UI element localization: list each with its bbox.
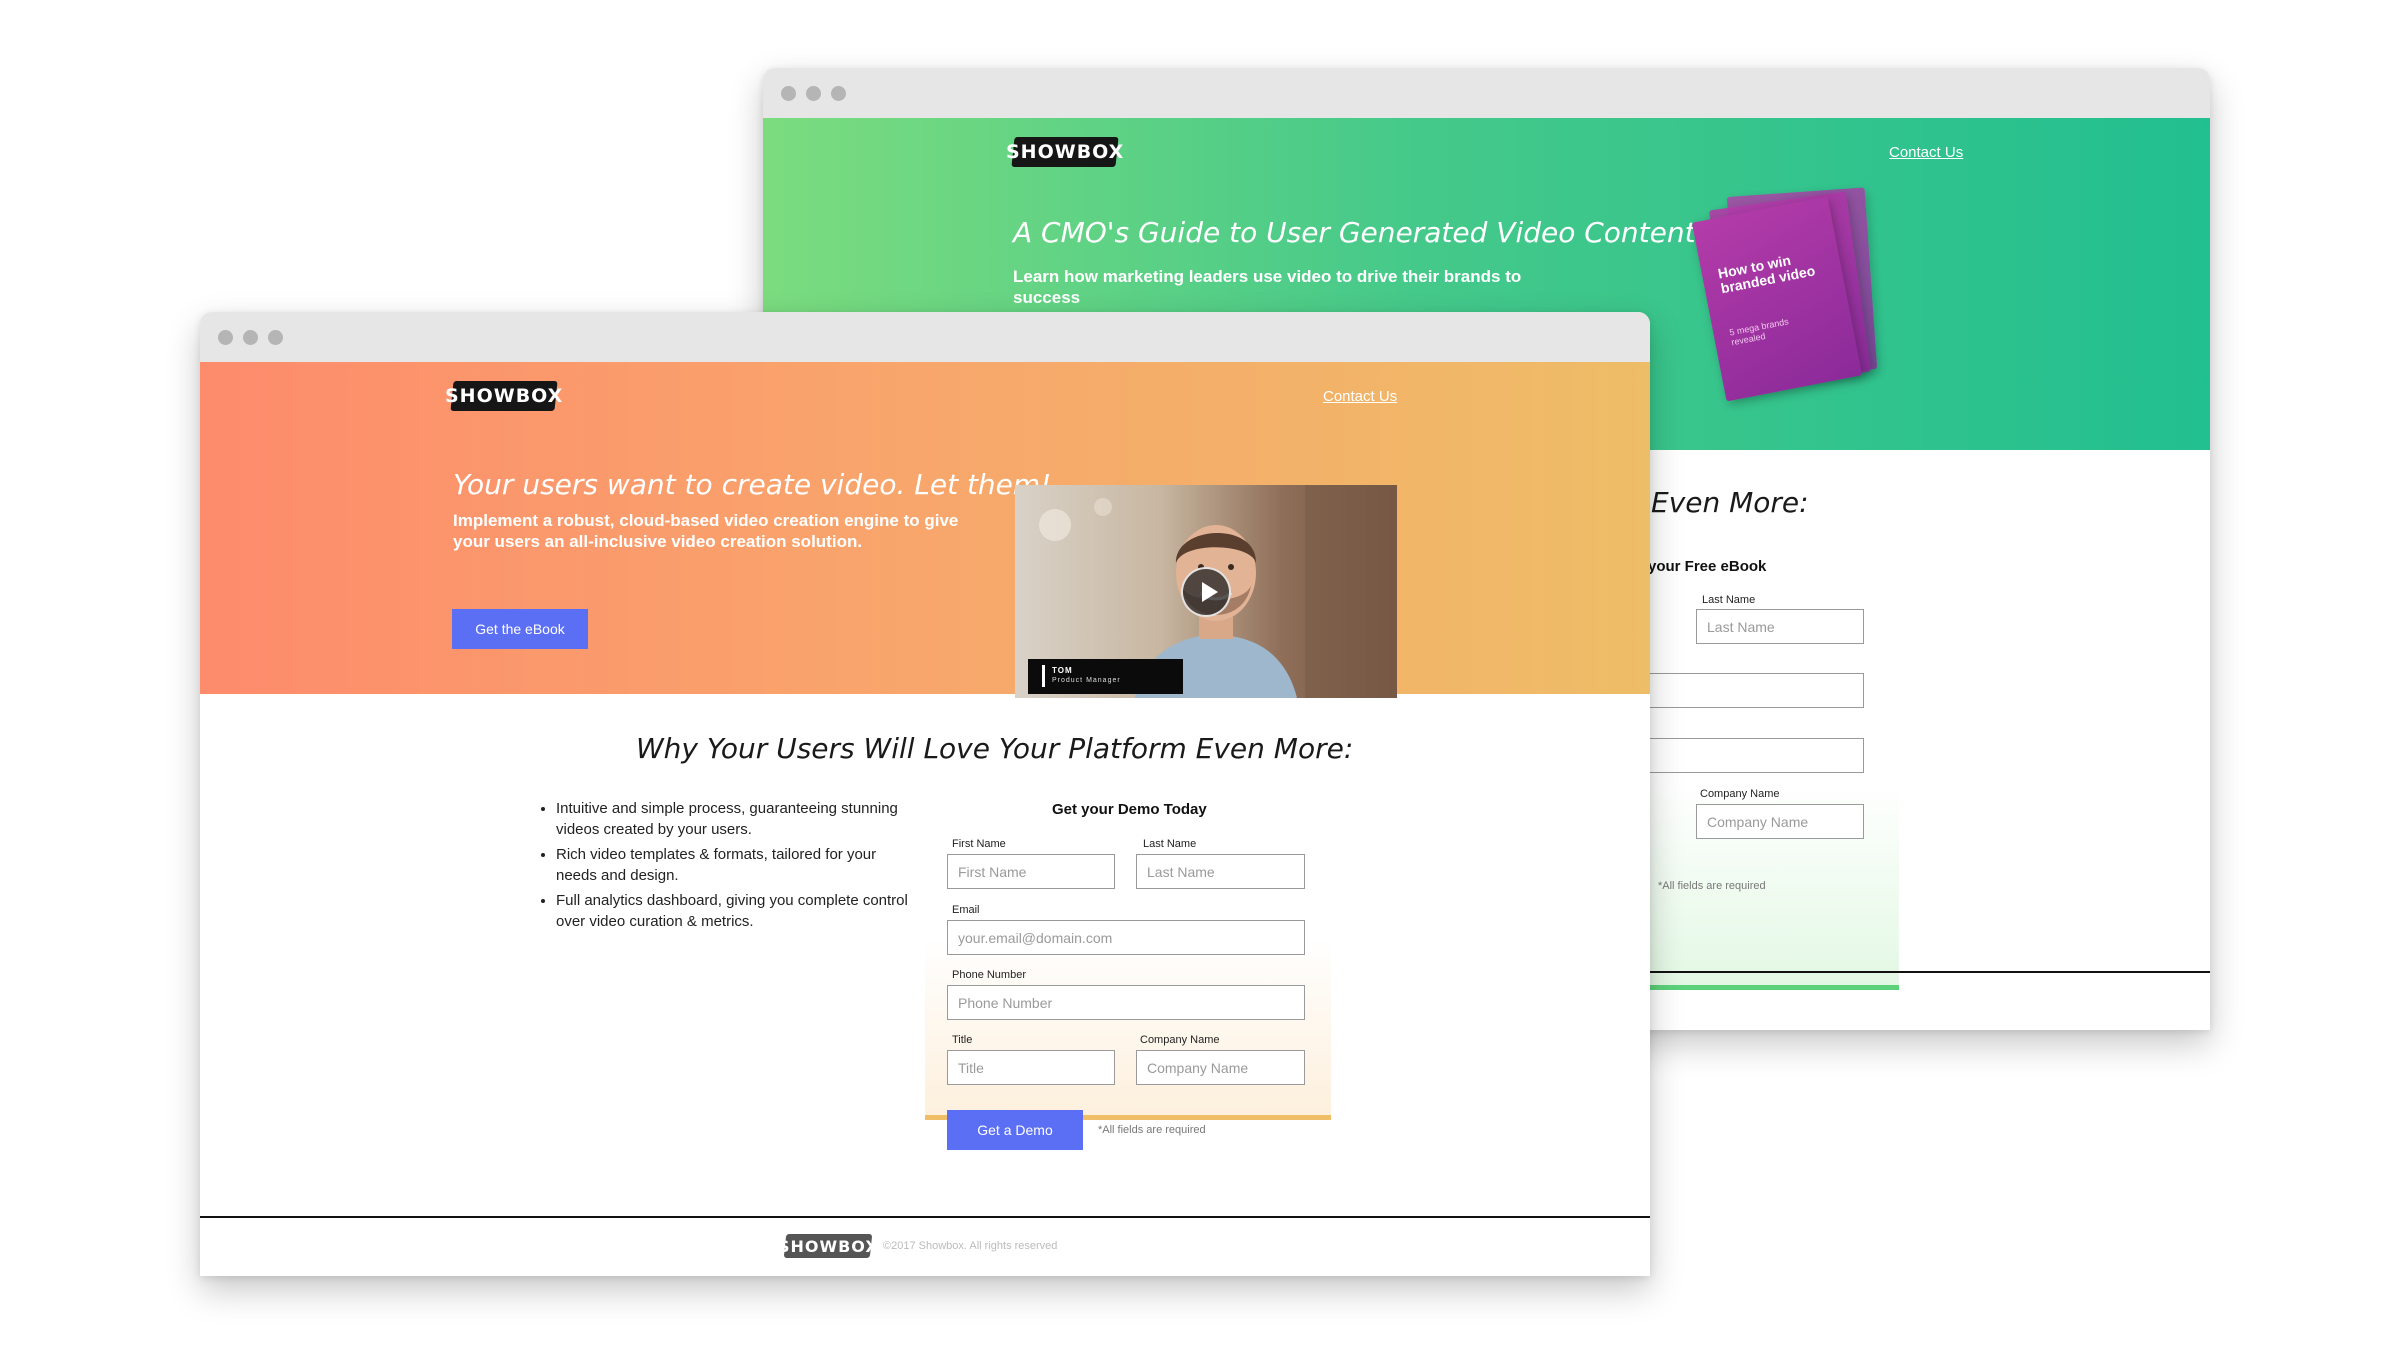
- showbox-logo[interactable]: SHOWBOX: [1006, 137, 1124, 167]
- hero-subtitle: Learn how marketing leaders use video to…: [1013, 267, 1522, 307]
- window-close-dot[interactable]: [218, 329, 233, 345]
- ebook-subtitle: 5 mega brands revealed: [1728, 316, 1790, 348]
- section-title: Why Your Users Will Love Your Platform E…: [636, 732, 1354, 765]
- back-company-name-field[interactable]: [1696, 804, 1864, 839]
- footer-showbox-logo[interactable]: SHOWBOX: [778, 1234, 878, 1258]
- first-name-field[interactable]: [947, 854, 1115, 889]
- company-name-label: Company Name: [1140, 1034, 1220, 1046]
- back-required-note: *All fields are required: [1658, 880, 1766, 892]
- last-name-label: Last Name: [1143, 838, 1197, 850]
- front-browser-window: SHOWBOX Contact Us Your users want to cr…: [200, 312, 1650, 1276]
- email-field[interactable]: [947, 920, 1305, 955]
- back-window-titlebar: [763, 68, 2210, 118]
- lower-third-bar: [1042, 665, 1045, 687]
- last-name-field[interactable]: [1136, 854, 1305, 889]
- benefits-list: Intuitive and simple process, guaranteei…: [538, 798, 918, 936]
- contact-us-link[interactable]: Contact Us: [1889, 144, 1963, 161]
- email-label: Email: [952, 904, 980, 916]
- footer-copyright: ©2017 Showbox. All rights reserved: [883, 1240, 1058, 1252]
- ebook-title: How to win branded video: [1716, 251, 1817, 297]
- video-person-role: Product Manager: [1052, 677, 1121, 684]
- get-ebook-button[interactable]: Get the eBook: [452, 609, 588, 649]
- video-lower-third: TOM Product Manager: [1028, 659, 1183, 694]
- first-name-label: First Name: [952, 838, 1006, 850]
- benefit-item: Full analytics dashboard, giving you com…: [556, 890, 918, 932]
- company-name-field[interactable]: [1136, 1050, 1305, 1085]
- front-hero-banner: SHOWBOX Contact Us Your users want to cr…: [200, 362, 1650, 698]
- benefit-item: Intuitive and simple process, guaranteei…: [556, 798, 918, 840]
- back-section-title: Even More:: [1651, 486, 1809, 519]
- back-last-name-field[interactable]: [1696, 609, 1864, 644]
- hero-title: A CMO's Guide to User Generated Video Co…: [1013, 216, 1696, 249]
- play-icon[interactable]: [1181, 567, 1231, 617]
- contact-us-link[interactable]: Contact Us: [1323, 388, 1397, 405]
- front-window-titlebar: [200, 312, 1650, 362]
- showbox-logo[interactable]: SHOWBOX: [445, 381, 563, 411]
- get-demo-button[interactable]: Get a Demo: [947, 1110, 1083, 1150]
- video-person-name: TOM: [1052, 666, 1073, 675]
- form-title: Get your Demo Today: [1052, 801, 1207, 818]
- window-minimize-dot[interactable]: [806, 85, 821, 101]
- back-company-name-label: Company Name: [1700, 788, 1780, 800]
- back-form-title: your Free eBook: [1648, 558, 1767, 575]
- stage: SHOWBOX Contact Us A CMO's Guide to User…: [0, 0, 2400, 1350]
- title-label: Title: [952, 1034, 973, 1046]
- phone-field[interactable]: [947, 985, 1305, 1020]
- title-field[interactable]: [947, 1050, 1115, 1085]
- required-note: *All fields are required: [1098, 1124, 1206, 1136]
- footer-divider: [200, 1216, 1650, 1218]
- hero-subtitle: Implement a robust, cloud-based video cr…: [453, 511, 959, 551]
- back-last-name-label: Last Name: [1702, 594, 1756, 606]
- phone-label: Phone Number: [952, 969, 1026, 981]
- window-close-dot[interactable]: [781, 85, 796, 101]
- window-minimize-dot[interactable]: [243, 329, 258, 345]
- hero-title: Your users want to create video. Let the…: [453, 468, 1052, 501]
- window-maximize-dot[interactable]: [268, 329, 283, 345]
- window-maximize-dot[interactable]: [831, 85, 846, 101]
- benefit-item: Rich video templates & formats, tailored…: [556, 844, 918, 886]
- video-thumbnail[interactable]: TOM Product Manager: [1015, 485, 1397, 698]
